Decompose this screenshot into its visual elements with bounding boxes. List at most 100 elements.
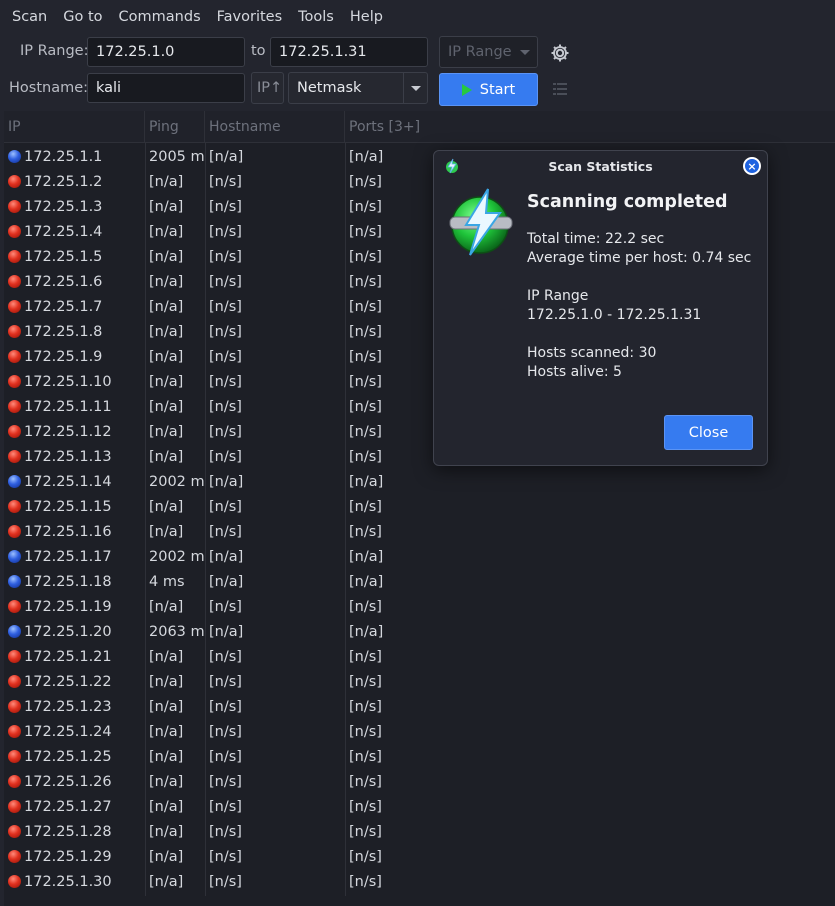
table-row[interactable]: 172.25.1.26 [n/a] [n/s] [n/s] bbox=[4, 769, 835, 794]
table-row[interactable]: 172.25.1.16 [n/a] [n/s] [n/s] bbox=[4, 519, 835, 544]
menu-tools[interactable]: Tools bbox=[290, 9, 342, 25]
table-row[interactable]: 172.25.1.21 [n/a] [n/s] [n/s] bbox=[4, 644, 835, 669]
table-row[interactable]: 172.25.1.25 [n/a] [n/s] [n/s] bbox=[4, 744, 835, 769]
ip-range-value: 172.25.1.0 - 172.25.1.31 bbox=[527, 307, 702, 323]
hostname-cell: [n/s] bbox=[209, 248, 242, 265]
hostname-cell: [n/s] bbox=[209, 298, 242, 315]
hostname-cell: [n/s] bbox=[209, 873, 242, 890]
ip-text: 172.25.1.9 bbox=[24, 348, 103, 365]
ip-up-button[interactable]: IP↑ bbox=[251, 72, 284, 104]
table-row[interactable]: 172.25.1.15 [n/a] [n/s] [n/s] bbox=[4, 494, 835, 519]
table-row[interactable]: 172.25.1.28 [n/a] [n/s] [n/s] bbox=[4, 819, 835, 844]
hostname-cell: [n/s] bbox=[209, 798, 242, 815]
table-row[interactable]: 172.25.1.18 4 ms [n/a] [n/a] bbox=[4, 569, 835, 594]
menu-help[interactable]: Help bbox=[342, 9, 391, 25]
ping-cell: 2005 ms bbox=[149, 148, 205, 165]
ip-cell: 172.25.1.8 bbox=[8, 319, 145, 344]
ping-cell: 2063 ms bbox=[149, 623, 205, 640]
ports-cell: [n/a] bbox=[349, 473, 384, 490]
ip-cell: 172.25.1.19 bbox=[8, 594, 145, 619]
hostname-input[interactable]: kali bbox=[87, 73, 245, 103]
ip-cell: 172.25.1.3 bbox=[8, 194, 145, 219]
table-row[interactable]: 172.25.1.30 [n/a] [n/s] [n/s] bbox=[4, 869, 835, 894]
settings-gear-icon[interactable] bbox=[549, 42, 571, 64]
host-dead-icon bbox=[8, 825, 21, 838]
ports-cell: [n/s] bbox=[349, 873, 382, 890]
ports-cell: [n/s] bbox=[349, 698, 382, 715]
hostname-cell: [n/s] bbox=[209, 498, 242, 515]
feeder-select[interactable]: IP Range bbox=[439, 36, 538, 68]
ip-cell: 172.25.1.15 bbox=[8, 494, 145, 519]
table-row[interactable]: 172.25.1.22 [n/a] [n/s] [n/s] bbox=[4, 669, 835, 694]
hostname-cell: [n/a] bbox=[209, 548, 244, 565]
table-row[interactable]: 172.25.1.142002 ms[n/a][n/a] bbox=[4, 469, 835, 494]
menu-favorites[interactable]: Favorites bbox=[209, 9, 291, 25]
column-header-ping[interactable]: Ping bbox=[145, 111, 205, 143]
list-columns-icon[interactable] bbox=[553, 83, 567, 95]
ping-cell: [n/a] bbox=[149, 298, 184, 315]
hostname-cell: [n/s] bbox=[209, 848, 242, 865]
menu-scan[interactable]: Scan bbox=[4, 9, 55, 25]
hostname-cell: [n/s] bbox=[209, 273, 242, 290]
ip-to-input[interactable]: 172.25.1.31 bbox=[270, 37, 428, 67]
ping-cell: [n/a] bbox=[149, 223, 184, 240]
dialog-title: Scan Statistics bbox=[548, 158, 653, 174]
ip-text: 172.25.1.14 bbox=[24, 473, 112, 490]
table-row[interactable]: 172.25.1.24 [n/a] [n/s] [n/s] bbox=[4, 719, 835, 744]
ip-cell: 172.25.1.18 bbox=[8, 569, 145, 594]
host-dead-icon bbox=[8, 450, 21, 463]
ping-cell: [n/a] bbox=[149, 398, 184, 415]
ip-cell: 172.25.1.2 bbox=[8, 169, 145, 194]
ports-cell: [n/a] bbox=[349, 573, 384, 590]
ip-text: 172.25.1.6 bbox=[24, 273, 103, 290]
table-row[interactable]: 172.25.1.19 [n/a] [n/s] [n/s] bbox=[4, 594, 835, 619]
ping-cell: [n/a] bbox=[149, 523, 184, 540]
menu-bar: Scan Go to Commands Favorites Tools Help bbox=[0, 0, 835, 34]
close-icon: × bbox=[745, 159, 759, 173]
ping-cell: [n/a] bbox=[149, 348, 184, 365]
ip-cell: 172.25.1.29 bbox=[8, 844, 145, 869]
ip-text: 172.25.1.11 bbox=[24, 398, 112, 415]
hosts-alive-text: Hosts alive: 5 bbox=[527, 364, 622, 380]
ip-cell: 172.25.1.11 bbox=[8, 394, 145, 419]
ip-cell: 172.25.1.20 bbox=[8, 619, 145, 644]
ip-text: 172.25.1.1 bbox=[24, 148, 103, 165]
column-header-ports[interactable]: Ports [3+] bbox=[345, 111, 835, 143]
ping-cell: [n/a] bbox=[149, 723, 184, 740]
table-header: IP Ping Hostname Ports [3+] bbox=[4, 111, 835, 143]
column-header-ip[interactable]: IP bbox=[4, 111, 145, 143]
ip-cell: 172.25.1.6 bbox=[8, 269, 145, 294]
ip-cell: 172.25.1.17 bbox=[8, 544, 145, 569]
host-dead-icon bbox=[8, 500, 21, 513]
ip-from-input[interactable]: 172.25.1.0 bbox=[87, 37, 245, 67]
ping-cell: [n/a] bbox=[149, 598, 184, 615]
table-row[interactable]: 172.25.1.23 [n/a] [n/s] [n/s] bbox=[4, 694, 835, 719]
close-button[interactable]: Close bbox=[664, 415, 753, 450]
menu-commands[interactable]: Commands bbox=[111, 9, 209, 25]
hostname-cell: [n/s] bbox=[209, 523, 242, 540]
ping-cell: [n/a] bbox=[149, 773, 184, 790]
start-button[interactable]: Start bbox=[439, 73, 538, 106]
table-row[interactable]: 172.25.1.29 [n/a] [n/s] [n/s] bbox=[4, 844, 835, 869]
menu-goto[interactable]: Go to bbox=[55, 9, 110, 25]
ports-cell: [n/s] bbox=[349, 848, 382, 865]
ip-text: 172.25.1.15 bbox=[24, 498, 112, 515]
hostname-cell: [n/s] bbox=[209, 348, 242, 365]
host-dead-icon bbox=[8, 175, 21, 188]
ip-cell: 172.25.1.1 bbox=[8, 144, 145, 169]
host-dead-icon bbox=[8, 275, 21, 288]
host-alive-icon bbox=[8, 550, 21, 563]
ip-cell: 172.25.1.14 bbox=[8, 469, 145, 494]
table-row[interactable]: 172.25.1.202063 ms[n/a][n/a] bbox=[4, 619, 835, 644]
netmask-select[interactable]: Netmask bbox=[288, 72, 428, 104]
ping-cell: [n/a] bbox=[149, 273, 184, 290]
ports-cell: [n/s] bbox=[349, 723, 382, 740]
ip-text: 172.25.1.23 bbox=[24, 698, 112, 715]
column-header-hostname[interactable]: Hostname bbox=[205, 111, 345, 143]
host-dead-icon bbox=[8, 850, 21, 863]
ip-text: 172.25.1.7 bbox=[24, 298, 103, 315]
table-row[interactable]: 172.25.1.27 [n/a] [n/s] [n/s] bbox=[4, 794, 835, 819]
dialog-close-button[interactable]: × bbox=[743, 157, 761, 175]
play-icon bbox=[461, 83, 472, 96]
table-row[interactable]: 172.25.1.172002 ms[n/a][n/a] bbox=[4, 544, 835, 569]
